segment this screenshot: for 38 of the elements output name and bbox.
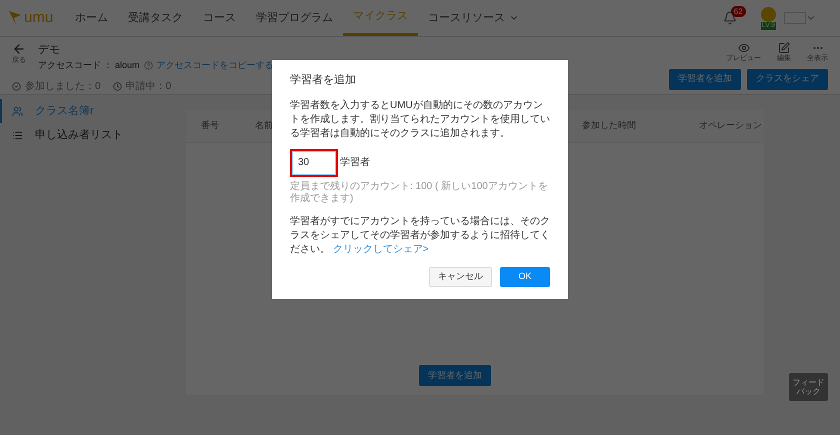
add-learner-button[interactable]: 学習者を追加 bbox=[419, 365, 491, 386]
header-button[interactable]: 学習者を追加 bbox=[669, 68, 741, 90]
remaining-accounts-note: 定員まで残りのアカウント: 100 ( 新しい100アカウントを作成できます) bbox=[290, 180, 549, 204]
nav-tab[interactable]: 学習プログラム bbox=[246, 0, 344, 36]
list-icon bbox=[12, 130, 23, 140]
access-code: アクセスコード ： aloum bbox=[38, 58, 140, 72]
header-button[interactable]: クラスをシェア bbox=[747, 68, 828, 90]
people-icon bbox=[12, 106, 23, 116]
notification-count: 62 bbox=[730, 6, 746, 17]
help-icon[interactable] bbox=[144, 60, 153, 70]
dialog-description: 学習者数を入力するとUMUが自動的にその数のアカウントを作成します。割り当てられたアカウントを使用している学習者は自動的にそのクラスに追加されます。 bbox=[290, 98, 550, 140]
avatar[interactable] bbox=[760, 6, 776, 22]
flag-logo-icon bbox=[8, 10, 22, 26]
count-unit: 学習者 bbox=[340, 156, 370, 170]
nav-tab[interactable]: 受講タスク bbox=[118, 0, 194, 36]
ok-button[interactable]: OK bbox=[500, 266, 550, 286]
share-instructions: 学習者がすでにアカウントを持っている場合には、そのクラスをシェアしてその学習者が参加するように招待してください。 クリックしてシェア> bbox=[290, 214, 550, 256]
dialog-title: 学習者を追加 bbox=[290, 73, 357, 88]
clock-icon bbox=[112, 82, 122, 91]
class-title: デモ bbox=[38, 43, 61, 58]
column-header: 番号 bbox=[201, 120, 219, 130]
nav-tab[interactable]: コースリソース bbox=[418, 0, 530, 36]
check-circle-icon bbox=[12, 82, 21, 91]
column-header: 参加した時間 bbox=[582, 120, 636, 130]
eye-icon bbox=[738, 42, 750, 54]
feedback-button[interactable]: フィードバック bbox=[789, 373, 828, 401]
share-link[interactable]: クリックしてシェア> bbox=[332, 244, 429, 254]
copy-code-link[interactable]: アクセスコードをコピーする bbox=[156, 58, 274, 72]
logo[interactable]: umu bbox=[8, 6, 54, 30]
logo-text: umu bbox=[24, 8, 54, 28]
edit-icon bbox=[778, 42, 790, 54]
nav-tab[interactable]: コース bbox=[193, 0, 246, 36]
column-header: 名前 bbox=[255, 120, 273, 130]
cancel-button[interactable]: キャンセル bbox=[429, 266, 492, 286]
count-input-field[interactable]: 30 bbox=[290, 148, 338, 176]
nav-tab[interactable]: ホーム bbox=[65, 0, 118, 36]
column-header: オペレーション bbox=[699, 120, 762, 130]
sidebar-item[interactable]: 申し込み者リスト bbox=[0, 123, 186, 147]
